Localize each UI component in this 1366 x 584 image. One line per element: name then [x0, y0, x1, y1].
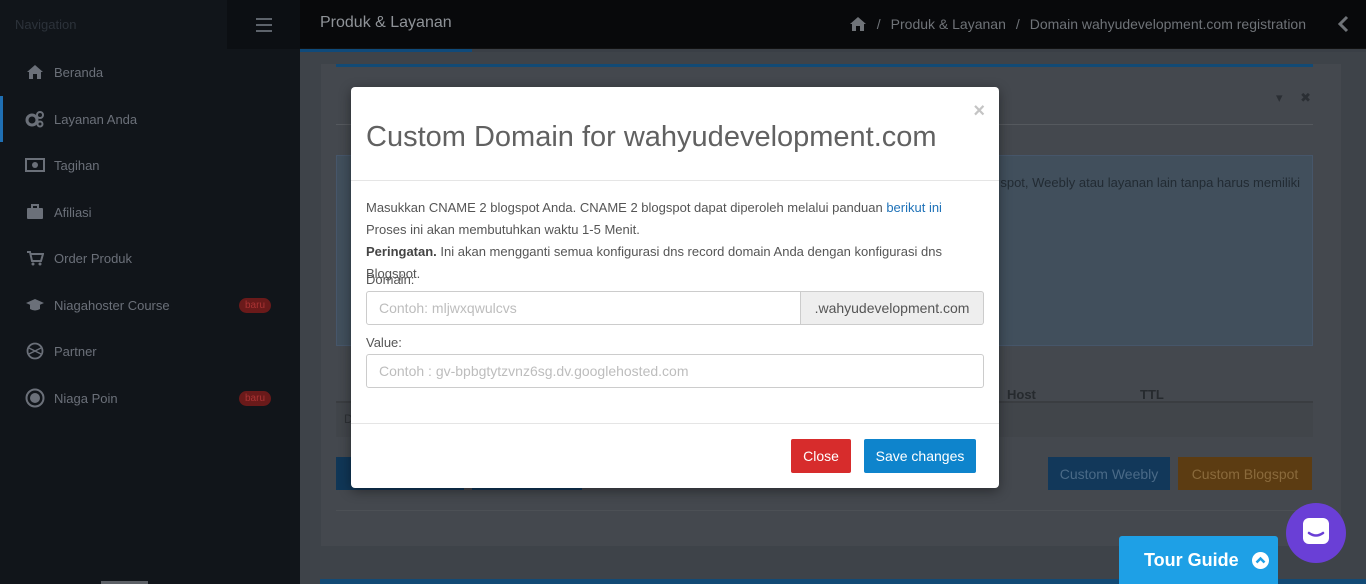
caret-down-icon[interactable]: ▾	[1276, 90, 1283, 105]
sidebar-item-label: Niaga Poin	[54, 390, 118, 406]
sidebar: Navigation Beranda Layanan Anda Tagihan …	[0, 0, 300, 584]
tour-guide-button[interactable]: Tour Guide	[1119, 536, 1278, 584]
sidebar-item-label: Partner	[54, 343, 97, 359]
chat-launcher-button[interactable]	[1286, 503, 1346, 563]
sidebar-item-niaga-poin[interactable]: Niaga Poin baru	[0, 375, 300, 421]
domain-input-group: .wahyudevelopment.com	[366, 291, 984, 325]
nav-label: Navigation	[15, 17, 77, 32]
domain-suffix: .wahyudevelopment.com	[801, 291, 984, 325]
sidebar-item-order-produk[interactable]: Order Produk	[0, 235, 300, 281]
new-badge: baru	[239, 297, 272, 313]
globe-icon	[25, 342, 45, 360]
graduation-cap-icon	[25, 296, 45, 314]
instruction-text: Masukkan CNAME 2 blogspot Anda. CNAME 2 …	[366, 200, 887, 215]
custom-domain-modal: × Custom Domain for wahyudevelopment.com…	[351, 87, 999, 488]
top-bar: Produk & Layanan / Produk & Layanan / Do…	[300, 0, 1366, 52]
custom-weebly-button[interactable]: Custom Weebly	[1048, 457, 1170, 490]
breadcrumb-item-current: Domain wahyudevelopment.com registration	[1029, 16, 1306, 32]
modal-title: Custom Domain for wahyudevelopment.com	[366, 121, 937, 153]
guide-link[interactable]: berikut ini	[886, 200, 942, 215]
breadcrumb-separator: /	[1015, 16, 1020, 32]
coin-icon	[25, 388, 45, 408]
tour-guide-label: Tour Guide	[1144, 549, 1239, 570]
panel-tools: ▾ ✖	[1276, 90, 1311, 106]
new-badge: baru	[239, 390, 272, 406]
sidebar-header: Navigation	[0, 0, 300, 49]
save-changes-button[interactable]: Save changes	[864, 439, 976, 473]
cogs-icon	[25, 110, 45, 128]
modal-body: Masukkan CNAME 2 blogspot Anda. CNAME 2 …	[366, 197, 986, 285]
warning-note: Peringatan. Ini akan mengganti semua kon…	[366, 241, 986, 285]
hamburger-icon	[255, 16, 272, 34]
table-header-ttl: TTL	[1140, 387, 1164, 402]
sidebar-item-tagihan[interactable]: Tagihan	[0, 142, 300, 188]
sidebar-item-afiliasi[interactable]: Afiliasi	[0, 189, 300, 235]
table-header-host: Host	[1007, 387, 1036, 402]
sidebar-item-beranda[interactable]: Beranda	[0, 49, 300, 95]
sidebar-item-niagahoster-course[interactable]: Niagahoster Course baru	[0, 282, 300, 328]
menu-toggle-button[interactable]	[227, 0, 300, 49]
chevron-left-icon[interactable]	[1337, 15, 1349, 33]
panel-accent-line	[336, 64, 1313, 67]
duration-note: Proses ini akan membutuhkan waktu 1-5 Me…	[366, 222, 640, 237]
modal-header-divider	[351, 180, 999, 181]
value-label: Value:	[366, 335, 402, 350]
value-input[interactable]	[366, 354, 984, 388]
sidebar-item-label: Layanan Anda	[54, 111, 138, 127]
warning-label: Peringatan.	[366, 244, 437, 259]
breadcrumb: / Produk & Layanan / Domain wahyudevelop…	[849, 16, 1306, 32]
sidebar-item-partner[interactable]: Partner	[0, 328, 300, 374]
close-icon[interactable]: ×	[973, 101, 985, 121]
sidebar-item-label: Niagahoster Course	[54, 297, 170, 313]
money-icon	[25, 156, 45, 174]
close-icon[interactable]: ✖	[1300, 90, 1311, 105]
sidebar-item-label: Beranda	[54, 64, 104, 80]
sidebar-item-label: Tagihan	[54, 157, 100, 173]
sidebar-item-layanan-anda[interactable]: Layanan Anda	[0, 96, 300, 142]
briefcase-icon	[25, 203, 45, 221]
info-text: spot, Weebly atau layanan lain tanpa har…	[1000, 175, 1300, 190]
custom-blogspot-button[interactable]: Custom Blogspot	[1178, 457, 1312, 490]
home-icon	[25, 63, 45, 81]
panel-footer-line	[336, 510, 1313, 511]
cart-icon	[25, 249, 45, 267]
warning-text: Ini akan mengganti semua konfigurasi dns…	[366, 244, 942, 281]
home-icon[interactable]	[849, 16, 867, 32]
chat-icon	[1301, 516, 1331, 551]
breadcrumb-item-produk-layanan[interactable]: Produk & Layanan	[891, 16, 1006, 32]
sidebar-item-label: Order Produk	[54, 250, 133, 266]
close-button[interactable]: Close	[791, 439, 851, 473]
page-title: Produk & Layanan	[320, 14, 452, 31]
modal-footer-divider	[351, 423, 999, 424]
domain-label: Domain:	[366, 272, 415, 287]
domain-input[interactable]	[366, 291, 801, 325]
chevron-up-circle-icon	[1251, 551, 1269, 569]
breadcrumb-separator: /	[876, 16, 881, 32]
instruction-line: Masukkan CNAME 2 blogspot Anda. CNAME 2 …	[366, 197, 986, 219]
sidebar-item-label: Afiliasi	[54, 204, 92, 220]
